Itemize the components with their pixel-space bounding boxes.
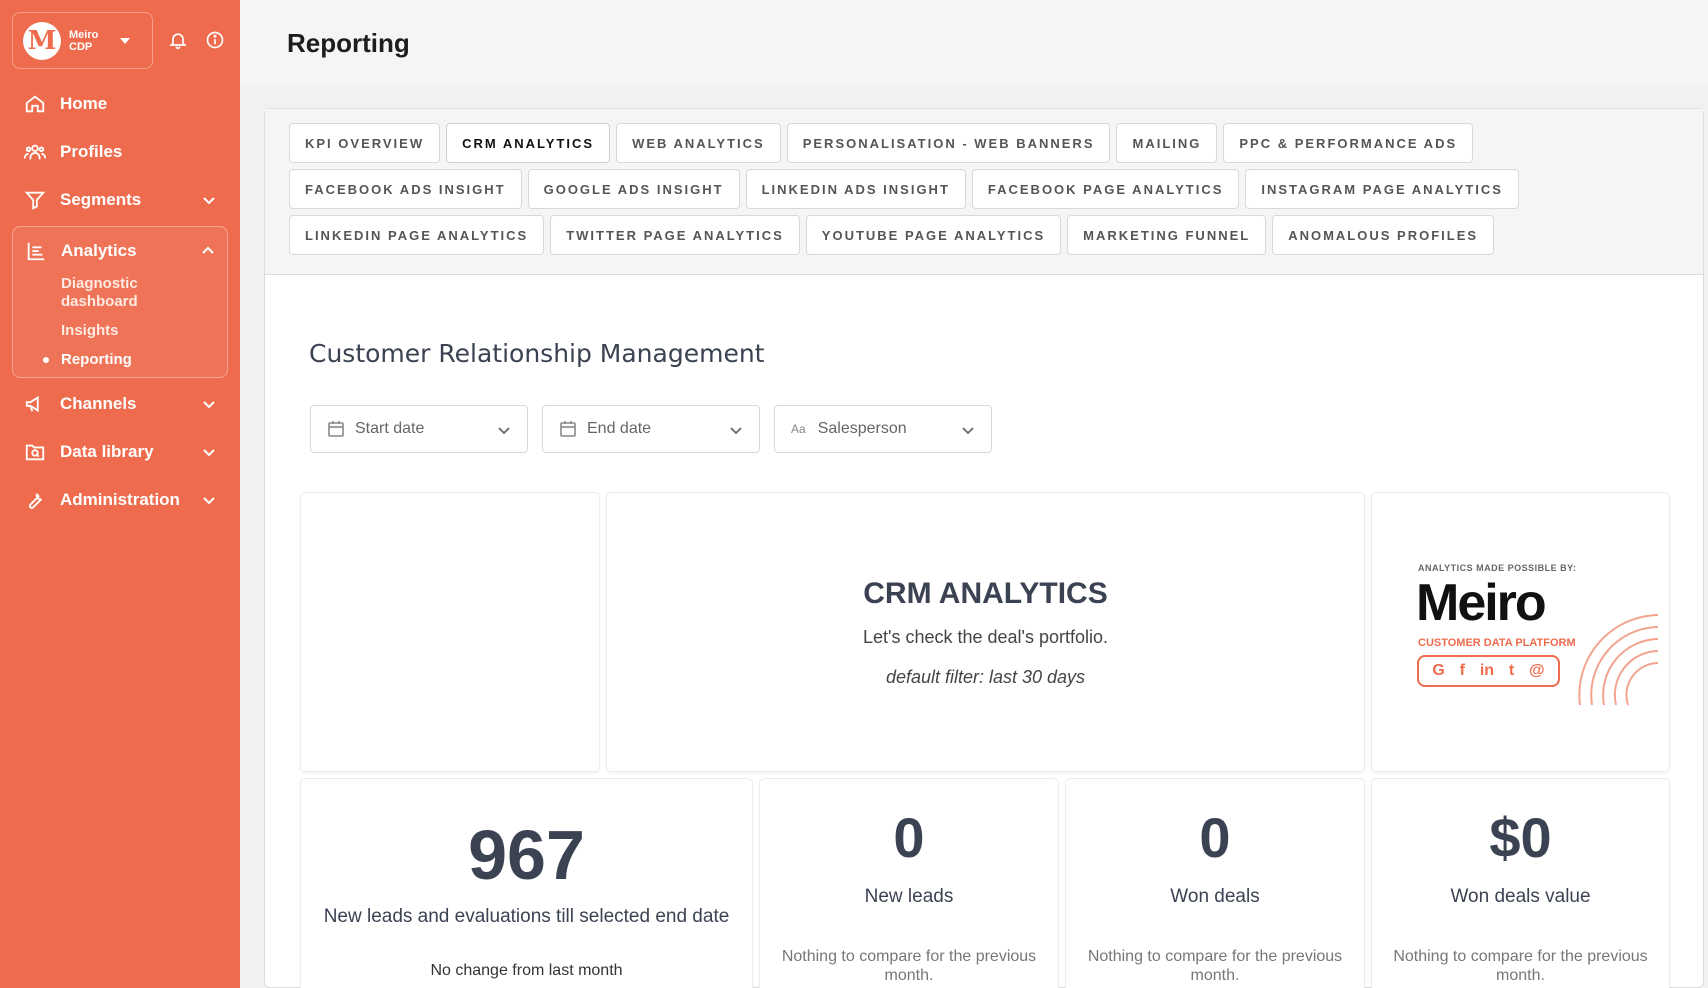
start-date-filter[interactable]: Start date — [310, 405, 528, 453]
end-date-filter[interactable]: End date — [542, 405, 760, 453]
brand-product: CDP — [69, 40, 93, 53]
twitter-icon: t — [1508, 662, 1515, 679]
bell-icon[interactable] — [168, 30, 188, 50]
tab-kpi-overview[interactable]: KPI OVERVIEW — [289, 123, 441, 163]
facebook-icon: f — [1459, 662, 1465, 679]
sidebar-item-analytics[interactable]: Analytics — [13, 227, 227, 275]
kpi-total-label: New leads and evaluations till selected … — [323, 906, 730, 927]
report-content: KPI OVERVIEW CRM ANALYTICS WEB ANALYTICS PE… — [264, 108, 1704, 988]
caret-down-icon — [120, 37, 131, 44]
kpi-won-value-card: $0 Won deals value Nothing to compare fo… — [1372, 779, 1669, 988]
chevron-up-icon — [202, 246, 214, 254]
empty-card — [301, 493, 599, 771]
crm-card-title: CRM ANALYTICS — [863, 577, 1108, 610]
tab-google-ads-insight[interactable]: GOOGLE ADS INSIGHT — [527, 169, 740, 209]
tab-youtube-page-analytics[interactable]: YOUTUBE PAGE ANALYTICS — [805, 215, 1062, 255]
report-tabs: KPI OVERVIEW CRM ANALYTICS WEB ANALYTICS PE… — [265, 109, 1703, 275]
google-icon: G — [1432, 662, 1445, 679]
tab-web-analytics[interactable]: WEB ANALYTICS — [616, 123, 781, 163]
section-title: Customer Relationship Management — [309, 339, 765, 368]
bar-chart-icon — [27, 242, 45, 261]
crm-card-subtitle: Let's check the deal's portfolio. — [862, 627, 1108, 647]
crm-card-filter-note: default filter: last 30 days — [885, 667, 1086, 687]
chevron-down-icon — [203, 497, 215, 505]
sidebar-item-data-library[interactable]: Data library — [12, 428, 228, 476]
tab-row-2: FACEBOOK ADS INSIGHT GOOGLE ADS INSIGHT LI… — [289, 169, 1703, 209]
kpi-new-leads-note: Nothing to compare for the previous mont… — [781, 948, 1037, 984]
kpi-won-value-label: Won deals value — [1450, 886, 1591, 907]
users-icon — [24, 144, 46, 160]
kpi-won-deals-label: Won deals — [1170, 886, 1260, 907]
sidebar-subitem-diagnostic-dashboard[interactable]: Diagnostic dashboard — [13, 275, 163, 311]
sidebar: M Meiro CDP Home Profiles Segments Analy… — [0, 0, 240, 988]
tab-anomalous-profiles[interactable]: ANOMALOUS PROFILES — [1272, 215, 1495, 255]
sidebar-item-channels[interactable]: Channels — [12, 380, 228, 428]
page-header: Reporting — [240, 0, 1708, 84]
social-icons: G f in t @ — [1417, 655, 1560, 687]
tab-marketing-funnel[interactable]: MARKETING FUNNEL — [1067, 215, 1267, 255]
megaphone-icon — [25, 395, 39, 413]
tab-ppc-performance-ads[interactable]: PPC & PERFORMANCE ADS — [1223, 123, 1474, 163]
analytics-group: Analytics Diagnostic dashboard Insights … — [12, 226, 228, 378]
calendar-icon — [328, 421, 344, 437]
home-icon — [25, 95, 45, 113]
sidebar-subitem-insights[interactable]: Insights — [13, 322, 227, 340]
chevron-down-icon — [203, 449, 215, 457]
linkedin-icon: in — [1479, 662, 1495, 679]
sidebar-subitem-reporting[interactable]: Reporting — [13, 351, 227, 369]
tab-personalisation-web-banners[interactable]: PERSONALISATION - WEB BANNERS — [786, 123, 1111, 163]
logo-subtitle: CUSTOMER DATA PLATFORM — [1418, 637, 1576, 649]
kpi-won-deals-card: 0 Won deals Nothing to compare for the p… — [1066, 779, 1364, 988]
meiro-wordmark: Meiro — [1416, 574, 1547, 632]
fingerprint-decoration-icon — [1578, 614, 1659, 706]
salesperson-filter[interactable]: Aa Salesperson — [774, 405, 992, 453]
wrench-icon — [28, 493, 43, 509]
kpi-won-value-note: Nothing to compare for the previous mont… — [1393, 948, 1648, 984]
folder-search-icon — [25, 444, 45, 461]
sidebar-item-segments[interactable]: Segments — [12, 176, 228, 224]
kpi-new-leads-card: 0 New leads Nothing to compare for the p… — [760, 779, 1058, 988]
sidebar-item-home[interactable]: Home — [12, 80, 228, 128]
meiro-logo-card: ANALYTICS MADE POSSIBLE BY: Meiro CUSTOM… — [1372, 493, 1669, 771]
tab-instagram-page-analytics[interactable]: INSTAGRAM PAGE ANALYTICS — [1245, 169, 1519, 209]
kpi-total-value: 967 — [468, 816, 585, 894]
brand-switcher[interactable]: M Meiro CDP — [12, 12, 153, 69]
chevron-down-icon — [203, 197, 215, 205]
tab-row-1: KPI OVERVIEW CRM ANALYTICS WEB ANALYTICS PE… — [289, 123, 1703, 163]
logo-caption: ANALYTICS MADE POSSIBLE BY: — [1418, 563, 1577, 573]
chevron-down-icon — [962, 427, 974, 435]
crm-intro-card: CRM ANALYTICS Let's check the deal's por… — [607, 493, 1364, 771]
tab-mailing[interactable]: MAILING — [1116, 123, 1218, 163]
kpi-won-deals-note: Nothing to compare for the previous mont… — [1087, 948, 1343, 984]
sidebar-item-administration[interactable]: Administration — [12, 476, 228, 524]
tab-twitter-page-analytics[interactable]: TWITTER PAGE ANALYTICS — [550, 215, 800, 255]
tab-crm-analytics[interactable]: CRM ANALYTICS — [446, 123, 611, 163]
tab-linkedin-ads-insight[interactable]: LINKEDIN ADS INSIGHT — [745, 169, 966, 209]
tab-facebook-ads-insight[interactable]: FACEBOOK ADS INSIGHT — [289, 169, 522, 209]
kpi-total-note: No change from last month — [430, 962, 623, 979]
filter-icon — [24, 191, 46, 210]
brand-name: Meiro — [69, 28, 99, 41]
kpi-won-deals-value: 0 — [1199, 806, 1231, 869]
tab-facebook-page-analytics[interactable]: FACEBOOK PAGE ANALYTICS — [971, 169, 1240, 209]
sidebar-item-profiles[interactable]: Profiles — [12, 128, 228, 176]
kpi-won-value-value: $0 — [1489, 806, 1552, 869]
sidebar-nav: Home Profiles Segments Analytics Diagnos… — [12, 80, 228, 524]
kpi-new-leads-label: New leads — [864, 886, 954, 907]
info-icon[interactable] — [205, 30, 225, 50]
chevron-down-icon — [730, 427, 742, 435]
kpi-new-leads-value: 0 — [893, 806, 925, 869]
kpi-total-leads-card: 967 New leads and evaluations till selec… — [301, 779, 752, 988]
chevron-down-icon — [498, 427, 510, 435]
other-social-icon: @ — [1528, 662, 1545, 679]
page-title: Reporting — [287, 28, 410, 58]
chevron-down-icon — [203, 401, 215, 409]
text-type-icon: Aa — [791, 422, 806, 436]
meiro-logo-icon: M — [23, 21, 61, 60]
tab-linkedin-page-analytics[interactable]: LINKEDIN PAGE ANALYTICS — [289, 215, 545, 255]
tab-row-3: LINKEDIN PAGE ANALYTICS TWITTER PAGE ANAL… — [289, 215, 1703, 255]
calendar-icon — [560, 421, 576, 437]
